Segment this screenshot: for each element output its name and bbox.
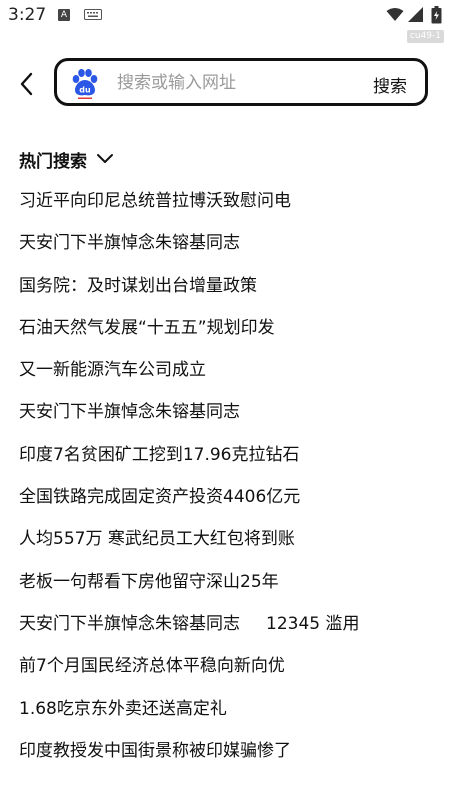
hot-search-item-text: 天安门下半旗悼念朱镕基同志: [19, 613, 240, 634]
hot-search-item[interactable]: 全国铁路完成固定资产投资4406亿元: [19, 480, 439, 522]
notification-a-icon: A: [58, 9, 70, 21]
hot-search-item-text: 印度7名贫困矿工挖到17.96克拉钻石: [19, 444, 300, 465]
status-bar: 3:27 A: [0, 0, 450, 30]
hot-search-item[interactable]: 石油天然气发展“十五五”规划印发: [19, 311, 439, 353]
back-arrow-icon[interactable]: [14, 68, 42, 100]
battery-icon: [431, 6, 442, 24]
hot-search-item[interactable]: 国务院：及时谋划出台增量政策: [19, 269, 439, 311]
hot-search-item-text: 人均557万 寒武纪员工大红包将到账: [19, 529, 295, 550]
hot-search-item-text: 天安门下半旗悼念朱镕基同志: [19, 402, 240, 423]
hot-search-item-text: 国务院：及时谋划出台增量政策: [19, 275, 257, 296]
hot-search-item[interactable]: 人均557万 寒武纪员工大红包将到账: [19, 522, 439, 564]
wifi-icon: [386, 8, 404, 21]
hot-search-item-text: 老板一句帮看下房他留守深山25年: [19, 571, 279, 592]
svg-text:du: du: [79, 86, 91, 95]
hot-search-item[interactable]: 印度7名贫困矿工挖到17.96克拉钻石: [19, 438, 439, 480]
chevron-down-icon: [97, 154, 113, 163]
search-box[interactable]: du 搜索: [54, 58, 428, 106]
hot-search-list: 习近平向印尼总统普拉博沃致慰问电 天安门下半旗悼念朱镕基同志 国务院：及时谋划出…: [19, 184, 439, 776]
keyboard-icon: [84, 9, 102, 20]
hot-search-item-text: 天安门下半旗悼念朱镕基同志: [19, 233, 240, 254]
hot-search-item[interactable]: 老板一句帮看下房他留守深山25年: [19, 565, 439, 607]
hot-search-item[interactable]: 天安门下半旗悼念朱镕基同志: [19, 226, 439, 268]
hot-search-item-text: 石油天然气发展“十五五”规划印发: [19, 317, 275, 338]
hot-search-item-text: 1.68吃京东外卖还送高定礼: [19, 698, 227, 719]
hot-search-item-extra: 12345 滥用: [266, 613, 360, 634]
signal-icon: [408, 7, 423, 22]
hot-search-item-text: 又一新能源汽车公司成立: [19, 360, 206, 381]
hot-search-item-text: 习近平向印尼总统普拉博沃致慰问电: [19, 191, 291, 211]
hot-search-item[interactable]: 天安门下半旗悼念朱镕基同志 12345 滥用: [19, 607, 439, 649]
hot-search-item[interactable]: 习近平向印尼总统普拉博沃致慰问电: [19, 184, 439, 226]
hot-search-item[interactable]: 前7个月国民经济总体平稳向新向优: [19, 649, 439, 691]
search-input[interactable]: [117, 69, 347, 97]
debug-badge: cu49-1: [406, 30, 444, 43]
hot-search-item[interactable]: 又一新能源汽车公司成立: [19, 353, 439, 395]
hot-search-item[interactable]: 天安门下半旗悼念朱镕基同志: [19, 395, 439, 437]
status-time: 3:27: [8, 5, 47, 25]
hot-search-item[interactable]: 印度教授发中国街景称被印媒骗惨了: [19, 734, 439, 776]
hot-search-toggle[interactable]: 热门搜索: [19, 146, 114, 172]
hot-search-item-text: 前7个月国民经济总体平稳向新向优: [19, 656, 285, 677]
hot-search-item[interactable]: 1.68吃京东外卖还送高定礼: [19, 692, 439, 734]
hot-search-item-text: 印度教授发中国街景称被印媒骗惨了: [19, 740, 291, 761]
hot-search-title: 热门搜索: [19, 151, 87, 172]
baidu-paw-logo-icon: du: [72, 69, 98, 99]
search-button[interactable]: 搜索: [373, 72, 407, 97]
hot-search-item-text: 全国铁路完成固定资产投资4406亿元: [19, 487, 301, 508]
